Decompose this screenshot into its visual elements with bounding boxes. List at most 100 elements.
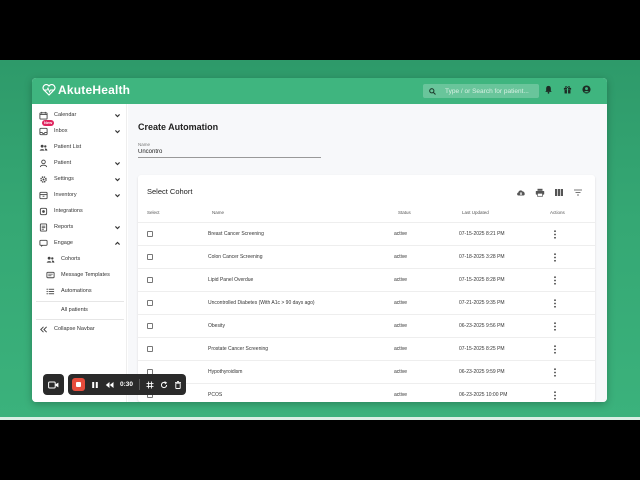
cohort-status: active (394, 231, 408, 237)
gift-icon[interactable] (563, 85, 572, 94)
card-title: Select Cohort (147, 187, 193, 196)
account-icon[interactable] (582, 85, 591, 94)
sidebar-item-settings[interactable]: Settings (32, 172, 127, 186)
column-header-select: Select (147, 210, 160, 215)
logo[interactable]: AkuteHealth (42, 83, 130, 97)
more-vert-icon[interactable] (553, 322, 557, 331)
table-row[interactable]: Breast Cancer Screening active 07-15-202… (138, 222, 595, 245)
cohort-last-updated: 07-15-2025 8:25 PM (459, 346, 505, 352)
more-vert-icon[interactable] (553, 368, 557, 377)
sidebar-divider (36, 301, 124, 302)
search-box[interactable] (423, 84, 539, 98)
restart-icon[interactable] (160, 380, 168, 389)
trash-icon[interactable] (174, 380, 182, 389)
heart-pulse-icon (42, 84, 56, 96)
bell-icon[interactable] (544, 85, 553, 94)
sidebar-item-engage[interactable]: Engage (32, 236, 127, 250)
table-row[interactable]: Uncontrolled Diabetes (With A1c > 90 day… (138, 291, 595, 314)
table-row[interactable]: Obesity active 06-23-2025 9:56 PM (138, 314, 595, 337)
cohort-last-updated: 07-15-2025 8:28 PM (459, 277, 505, 283)
search-icon (429, 87, 436, 95)
columns-icon[interactable] (554, 188, 564, 197)
sidebar-item-label: Reports (54, 224, 74, 230)
search-input[interactable] (445, 87, 533, 95)
card-toolbar (516, 188, 583, 197)
stop-icon (76, 382, 81, 387)
print-icon[interactable] (535, 188, 545, 197)
row-checkbox[interactable] (147, 346, 153, 352)
recording-timer: 0:30 (120, 381, 134, 388)
sidebar-subitem-cohorts[interactable]: Cohorts (32, 252, 127, 266)
pause-icon[interactable] (91, 381, 99, 389)
sidebar-item-all-patients[interactable]: All patients (32, 303, 127, 317)
cohort-status: active (394, 323, 408, 329)
sidebar-item-inbox[interactable]: New Inbox (32, 120, 127, 138)
sidebar-item-label: Inbox (54, 128, 68, 134)
more-vert-icon[interactable] (553, 345, 557, 354)
camera-button[interactable] (43, 374, 64, 395)
cohort-status: active (394, 392, 408, 398)
sidebar-item-patient-list[interactable]: Patient List (32, 140, 127, 154)
cloud-download-icon[interactable] (516, 188, 526, 197)
collapse-navbar-label: Collapse Navbar (54, 326, 95, 332)
row-checkbox[interactable] (147, 277, 153, 283)
row-checkbox[interactable] (147, 300, 153, 306)
cohort-status: active (394, 369, 408, 375)
row-checkbox[interactable] (147, 323, 153, 329)
more-vert-icon[interactable] (553, 230, 557, 239)
column-header-status[interactable]: Status (398, 210, 411, 215)
more-vert-icon[interactable] (553, 253, 557, 262)
cohort-status: active (394, 300, 408, 306)
sidebar-item-integrations[interactable]: Integrations (32, 204, 127, 218)
chevron-up-icon (115, 241, 120, 245)
table-row[interactable]: Prostate Cancer Screening active 07-15-2… (138, 337, 595, 360)
calendar-icon (39, 111, 48, 120)
cohort-name: Uncontrolled Diabetes (With A1c > 90 day… (208, 300, 315, 306)
cohort-name: PCOS (208, 392, 223, 398)
cohort-name: Colon Cancer Screening (208, 254, 263, 260)
cohort-last-updated: 07-15-2025 8:21 PM (459, 231, 505, 237)
more-vert-icon[interactable] (553, 391, 557, 400)
sidebar-item-label: Inventory (54, 192, 77, 198)
sidebar-item-label: Cohorts (61, 256, 81, 262)
engage-icon (39, 239, 48, 248)
cohort-name: Hypothyroidism (208, 369, 243, 375)
chevron-down-icon (115, 114, 120, 118)
table-row[interactable]: PCOS active 06-23-2025 10:00 PM (138, 383, 595, 402)
select-cohort-card: Select Cohort Select Name Status Last Up… (138, 175, 595, 402)
column-header-name[interactable]: Name (212, 210, 224, 215)
table-row[interactable]: Lipid Panel Overdue active 07-15-2025 8:… (138, 268, 595, 291)
table-row[interactable]: Colon Cancer Screening active 07-18-2025… (138, 245, 595, 268)
table-row[interactable]: Hypothyroidism active 06-23-2025 9:59 PM (138, 360, 595, 383)
row-checkbox[interactable] (147, 254, 153, 260)
top-bar: AkuteHealth (32, 78, 607, 104)
sidebar-item-label: Calendar (54, 112, 77, 118)
sidebar-item-label: Engage (54, 240, 73, 246)
sidebar-item-label: Automations (61, 288, 92, 294)
more-vert-icon[interactable] (553, 299, 557, 308)
logo-text: AkuteHealth (58, 83, 131, 97)
row-checkbox[interactable] (147, 231, 153, 237)
rewind-icon[interactable] (105, 381, 114, 389)
stop-recording-button[interactable] (72, 378, 85, 391)
sidebar-item-label: Patient List (54, 144, 82, 150)
recorder-separator (139, 379, 141, 390)
sidebar-subitem-message-templates[interactable]: Message Templates (32, 268, 127, 282)
grid-icon[interactable] (146, 381, 154, 389)
sidebar-divider (36, 319, 124, 320)
more-vert-icon[interactable] (553, 276, 557, 285)
people-icon (39, 144, 48, 151)
sidebar-item-inventory[interactable]: Inventory (32, 188, 127, 202)
cohort-name: Obesity (208, 323, 225, 329)
chevron-down-icon (115, 130, 120, 134)
chevron-down-icon (115, 194, 120, 198)
reports-icon (39, 223, 48, 232)
collapse-navbar-button[interactable]: Collapse Navbar (32, 322, 127, 336)
sidebar-item-patient[interactable]: Patient (32, 156, 127, 170)
cohort-name: Lipid Panel Overdue (208, 277, 254, 283)
filter-icon[interactable] (573, 188, 583, 197)
column-header-last-updated[interactable]: Last Updated (462, 210, 489, 215)
sidebar-subitem-automations[interactable]: Automations (32, 284, 127, 298)
automation-name-input[interactable] (138, 147, 321, 158)
sidebar-item-reports[interactable]: Reports (32, 220, 127, 234)
